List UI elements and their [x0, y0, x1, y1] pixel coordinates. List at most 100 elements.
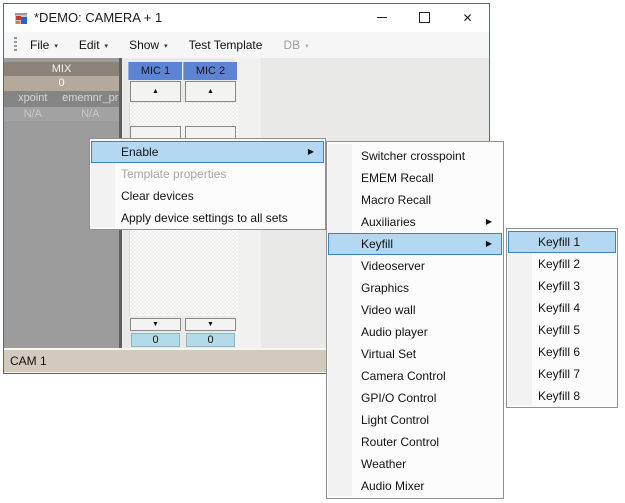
menu-item-label: GPI/O Control [361, 391, 436, 405]
menu-item-label: Camera Control [361, 369, 446, 383]
enable-submenu-item[interactable]: Keyfill ▶ [328, 233, 502, 255]
menubar-item[interactable]: Test Template ▾ [182, 34, 270, 56]
menubar-item-label: DB [283, 38, 300, 52]
menu-item-label: Enable [121, 145, 158, 159]
keyfill-submenu-item[interactable]: Keyfill 2 ▶ [508, 253, 616, 275]
keyfill-submenu-item[interactable]: Keyfill 8 ▶ [508, 385, 616, 407]
menu-item-label: Switcher crosspoint [361, 149, 465, 163]
menu-item-label: Virtual Set [361, 347, 416, 361]
enable-submenu-item[interactable]: Videoserver ▶ [328, 255, 502, 277]
dropdown-arrow-icon: ▾ [54, 40, 58, 50]
app-icon [14, 11, 28, 25]
keyfill-submenu-item[interactable]: Keyfill 5 ▶ [508, 319, 616, 341]
source-panel-bus-number: 0 [4, 76, 119, 91]
menu-item-label: EMEM Recall [361, 171, 434, 185]
channel-header: MIC 1 [128, 62, 182, 80]
enable-submenu-item[interactable]: Camera Control ▶ [328, 365, 502, 387]
enable-submenu-item[interactable]: Weather ▶ [328, 453, 502, 475]
menubar-item-label: Test Template [189, 38, 263, 52]
window-title: *DEMO: CAMERA + 1 [34, 10, 162, 25]
column-header-xpoint: xpoint [4, 91, 62, 107]
menu-item-label: Clear devices [121, 189, 194, 203]
context-menu-item[interactable]: Clear devices ▶ [91, 185, 324, 207]
fader-down-button[interactable]: ▼ [130, 318, 181, 331]
menu-item-label: Keyfill 3 [538, 279, 580, 293]
enable-submenu-item[interactable]: Router Control ▶ [328, 431, 502, 453]
up-arrow-icon: ▲ [207, 88, 214, 95]
menubar-item-label: File [30, 38, 49, 52]
fader-down-button[interactable]: ▼ [185, 318, 236, 331]
menubar-item[interactable]: Edit ▾ [72, 34, 115, 56]
ememnr-value: N/A [62, 107, 120, 121]
keyfill-submenu-item[interactable]: Keyfill 3 ▶ [508, 275, 616, 297]
context-menu: Enable ▶ Template properties ▶ Clear dev… [89, 138, 326, 230]
enable-submenu-item[interactable]: Audio Mixer ▶ [328, 475, 502, 497]
menubar-grip-icon[interactable] [14, 37, 17, 53]
submenu-arrow-icon: ▶ [486, 233, 492, 255]
menu-item-label: Light Control [361, 413, 429, 427]
menu-item-label: Video wall [361, 303, 415, 317]
menu-item-label: Audio Mixer [361, 479, 424, 493]
keyfill-submenu-item[interactable]: Keyfill 7 ▶ [508, 363, 616, 385]
source-panel-column-headers: xpoint ememnr_pr [4, 91, 119, 107]
keyfill-submenu-item[interactable]: Keyfill 6 ▶ [508, 341, 616, 363]
down-arrow-icon: ▼ [207, 321, 214, 328]
minimize-icon [377, 17, 387, 18]
title-bar: *DEMO: CAMERA + 1 ✕ [4, 4, 489, 32]
fader-up-button[interactable]: ▲ [185, 81, 236, 102]
channel-value-cell[interactable]: 0 [186, 333, 235, 347]
dropdown-arrow-icon: ▾ [305, 40, 309, 50]
menu-item-label: Keyfill 4 [538, 301, 580, 315]
enable-submenu-item[interactable]: Virtual Set ▶ [328, 343, 502, 365]
enable-submenu-item[interactable]: Video wall ▶ [328, 299, 502, 321]
menu-item-label: Apply device settings to all sets [121, 211, 288, 225]
context-menu-item[interactable]: Enable ▶ [91, 141, 324, 163]
menubar: File ▾ Edit ▾ Show ▾ Test Template ▾ DB … [4, 32, 489, 58]
maximize-button[interactable] [403, 4, 446, 31]
enable-submenu-item[interactable]: GPI/O Control ▶ [328, 387, 502, 409]
menu-item-label: Keyfill 5 [538, 323, 580, 337]
channel-value-cell[interactable]: 0 [131, 333, 180, 347]
menu-item-label: Template properties [121, 167, 226, 181]
menu-item-label: Keyfill 8 [538, 389, 580, 403]
menu-item-label: Macro Recall [361, 193, 431, 207]
status-bar-text: CAM 1 [10, 354, 47, 368]
enable-submenu-item[interactable]: Auxiliaries ▶ [328, 211, 502, 233]
up-arrow-icon: ▲ [152, 88, 159, 95]
menu-item-label: Keyfill 7 [538, 367, 580, 381]
enable-submenu-item[interactable]: Switcher crosspoint ▶ [328, 145, 502, 167]
source-panel-title: MIX [4, 62, 119, 76]
context-menu-item[interactable]: Template properties ▶ [91, 163, 324, 185]
menubar-item-label: Show [129, 38, 159, 52]
menu-item-label: Videoserver [361, 259, 425, 273]
source-panel-values: N/A N/A [4, 107, 119, 121]
menubar-item[interactable]: Show ▾ [122, 34, 175, 56]
enable-submenu: Switcher crosspoint ▶ EMEM Recall ▶ Macr… [326, 141, 504, 499]
enable-submenu-item[interactable]: Graphics ▶ [328, 277, 502, 299]
menu-item-label: Weather [361, 457, 406, 471]
keyfill-submenu: Keyfill 1 ▶ Keyfill 2 ▶ Keyfill 3 ▶ Keyf… [506, 228, 618, 408]
menu-item-label: Keyfill 1 [538, 235, 580, 249]
submenu-arrow-icon: ▶ [308, 141, 314, 163]
menubar-item[interactable]: File ▾ [23, 34, 65, 56]
menu-item-label: Keyfill 2 [538, 257, 580, 271]
maximize-icon [419, 12, 430, 23]
minimize-button[interactable] [360, 4, 403, 31]
down-arrow-icon: ▼ [152, 321, 159, 328]
enable-submenu-item[interactable]: Light Control ▶ [328, 409, 502, 431]
menu-item-label: Router Control [361, 435, 439, 449]
keyfill-submenu-item[interactable]: Keyfill 4 ▶ [508, 297, 616, 319]
enable-submenu-item[interactable]: EMEM Recall ▶ [328, 167, 502, 189]
keyfill-submenu-item[interactable]: Keyfill 1 ▶ [508, 231, 616, 253]
column-header-ememnr: ememnr_pr [62, 91, 120, 107]
enable-submenu-item[interactable]: Macro Recall ▶ [328, 189, 502, 211]
enable-submenu-item[interactable]: Audio player ▶ [328, 321, 502, 343]
xpoint-value: N/A [4, 107, 62, 121]
fader-up-button[interactable]: ▲ [130, 81, 181, 102]
context-menu-item[interactable]: Apply device settings to all sets ▶ [91, 207, 324, 229]
close-button[interactable]: ✕ [446, 4, 489, 31]
channel-header: MIC 2 [183, 62, 237, 80]
menu-item-label: Keyfill [361, 237, 393, 251]
dropdown-arrow-icon: ▾ [105, 40, 109, 50]
menubar-item[interactable]: DB ▾ [276, 34, 315, 56]
